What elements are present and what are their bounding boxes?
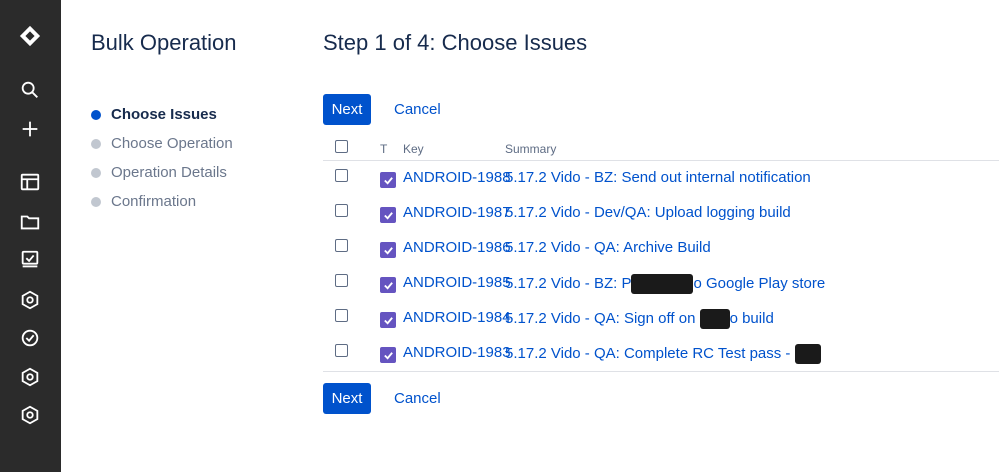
table-row: ANDROID-1985 5.17.2 Vido - BZ: P o Google…: [323, 266, 999, 301]
sidebar-title: Bulk Operation: [91, 30, 237, 55]
issue-type-task-icon: [380, 242, 396, 258]
create-plus-icon[interactable]: [14, 113, 46, 145]
cancel-link-top[interactable]: Cancel: [394, 94, 441, 125]
column-header-key: Key: [403, 142, 424, 156]
jira-logo-icon[interactable]: [14, 20, 46, 52]
issue-summary-link[interactable]: 5.17.2 Vido - QA: Archive Build: [505, 239, 711, 256]
table-row: ANDROID-1983 5.17.2 Vido - QA: Complete …: [323, 336, 999, 371]
app-hexagon-icon[interactable]: [14, 284, 46, 316]
redaction-mark: [631, 274, 694, 294]
active-step-dot: [91, 109, 101, 120]
cancel-link-bottom[interactable]: Cancel: [394, 383, 441, 414]
issue-type-task-icon: [380, 172, 396, 188]
row-select-checkbox[interactable]: [335, 239, 348, 252]
step-choose-operation: Choose Operation: [91, 129, 233, 158]
page-title: Step 1 of 4: Choose Issues: [323, 30, 588, 55]
step-label: Choose Operation: [111, 135, 233, 152]
app-hexagon-icon[interactable]: [14, 361, 46, 393]
row-select-checkbox[interactable]: [335, 309, 348, 322]
folder-icon[interactable]: [14, 206, 46, 238]
column-header-type: T: [380, 142, 388, 156]
step-label: Choose Issues: [111, 106, 217, 123]
issue-key-link[interactable]: ANDROID-1988: [403, 169, 511, 186]
board-icon[interactable]: [14, 166, 46, 198]
issue-type-task-icon: [380, 312, 396, 328]
global-nav-rail: [0, 0, 61, 472]
step-dot: [91, 196, 101, 207]
summary-text: o build: [729, 309, 774, 327]
next-button-top[interactable]: Next: [323, 94, 371, 125]
step-confirmation: Confirmation: [91, 187, 233, 216]
issue-key-link[interactable]: ANDROID-1984: [403, 309, 511, 326]
step-dot: [91, 138, 101, 149]
issue-key-link[interactable]: ANDROID-1985: [403, 274, 511, 291]
table-row: ANDROID-1984 5.17.2 Vido - QA: Sign off …: [323, 301, 999, 336]
issue-summary-link[interactable]: 5.17.2 Vido - BZ: P o Google Play store: [505, 274, 825, 294]
issue-type-task-icon: [380, 347, 396, 363]
step-choose-issues: Choose Issues: [91, 100, 233, 129]
search-icon[interactable]: [14, 74, 46, 106]
summary-text: 5.17.2 Vido - QA: Sign off on: [505, 309, 700, 327]
step-label: Operation Details: [111, 164, 227, 181]
step-label: Confirmation: [111, 193, 197, 210]
redaction-mark: [794, 344, 821, 364]
dashboard-icon[interactable]: [14, 244, 46, 276]
issue-summary-link[interactable]: 5.17.2 Vido - BZ: Send out internal noti…: [505, 169, 811, 186]
summary-text: 5.17.2 Vido - QA: Complete RC Test pass …: [505, 344, 795, 362]
select-all-checkbox[interactable]: [335, 140, 348, 153]
table-body: ANDROID-1988 5.17.2 Vido - BZ: Send out …: [323, 161, 999, 372]
issue-type-task-icon: [380, 277, 396, 293]
row-select-checkbox[interactable]: [335, 204, 348, 217]
step-list: Choose Issues Choose Operation Operation…: [91, 100, 233, 216]
step-dot: [91, 167, 101, 178]
issue-summary-link[interactable]: 5.17.2 Vido - Dev/QA: Upload logging bui…: [505, 204, 791, 221]
row-select-checkbox[interactable]: [335, 169, 348, 182]
table-row: ANDROID-1986 5.17.2 Vido - QA: Archive B…: [323, 231, 999, 266]
row-select-checkbox[interactable]: [335, 344, 348, 357]
issues-table: T Key Summary ANDROID-1988 5.17.2 Vido -…: [323, 137, 999, 372]
step-operation-details: Operation Details: [91, 158, 233, 187]
table-row: ANDROID-1988 5.17.2 Vido - BZ: Send out …: [323, 161, 999, 196]
table-header: T Key Summary: [323, 137, 999, 161]
redaction-mark: [699, 309, 730, 329]
next-button-bottom[interactable]: Next: [323, 383, 371, 414]
column-header-summary: Summary: [505, 142, 557, 156]
summary-text: 5.17.2 Vido - BZ: P: [505, 274, 632, 292]
issue-key-link[interactable]: ANDROID-1986: [403, 239, 511, 256]
issue-summary-link[interactable]: 5.17.2 Vido - QA: Complete RC Test pass …: [505, 344, 821, 364]
table-row: ANDROID-1987 5.17.2 Vido - Dev/QA: Uploa…: [323, 196, 999, 231]
issue-summary-link[interactable]: 5.17.2 Vido - QA: Sign off on o build: [505, 309, 774, 329]
summary-text: o Google Play store: [693, 274, 826, 292]
issue-type-task-icon: [380, 207, 396, 223]
row-select-checkbox[interactable]: [335, 274, 348, 287]
issue-key-link[interactable]: ANDROID-1987: [403, 204, 511, 221]
issue-key-link[interactable]: ANDROID-1983: [403, 344, 511, 361]
app-hexagon-icon[interactable]: [14, 399, 46, 431]
check-circle-icon[interactable]: [14, 322, 46, 354]
